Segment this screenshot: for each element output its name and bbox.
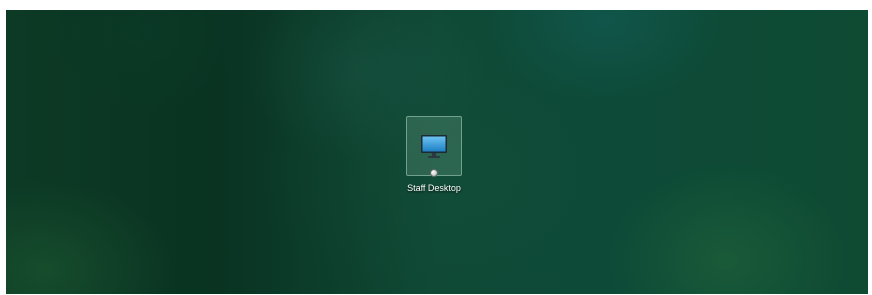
desktop-background[interactable]: Staff Desktop bbox=[6, 10, 868, 294]
shortcut-badge-icon bbox=[430, 169, 438, 177]
shortcut-label: Staff Desktop bbox=[407, 183, 461, 193]
screen: Staff Desktop bbox=[0, 0, 872, 295]
shortcut-selection-box[interactable] bbox=[406, 116, 462, 177]
monitor-icon bbox=[421, 135, 447, 158]
desktop-shortcut-staff-desktop[interactable]: Staff Desktop bbox=[389, 116, 479, 196]
